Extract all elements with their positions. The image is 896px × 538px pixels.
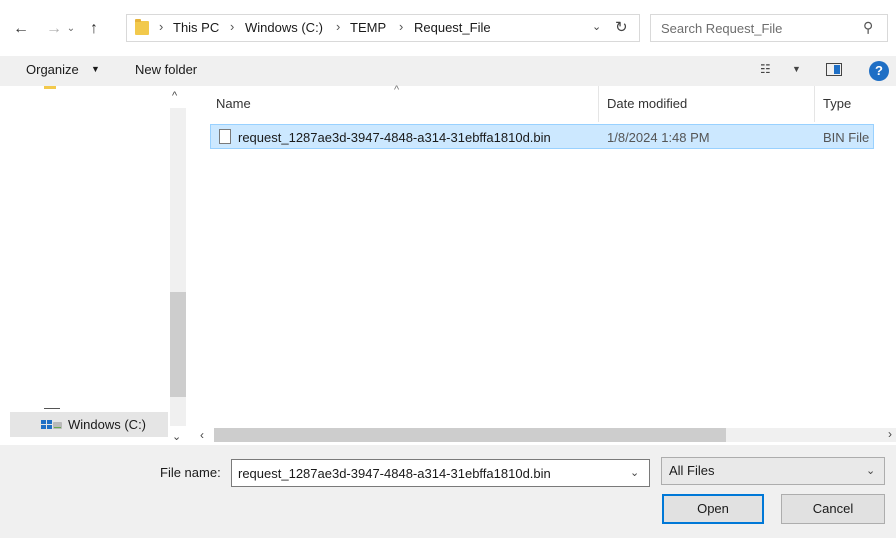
file-list[interactable]: ^ Name Date modified Type request_1287ae…: [190, 84, 896, 445]
breadcrumb-this-pc[interactable]: This PC: [173, 20, 219, 35]
cancel-button[interactable]: Cancel: [781, 494, 885, 524]
view-options-dropdown-icon[interactable]: ▼: [792, 64, 801, 74]
file-type-filter-select[interactable]: All Files ⌄: [661, 457, 885, 485]
column-header-type[interactable]: Type: [823, 96, 851, 111]
nav-scrollbar-thumb[interactable]: [170, 292, 186, 397]
file-name-label: File name:: [160, 465, 221, 480]
dialog-footer: File name: ⌄ All Files ⌄ Open Cancel: [0, 445, 896, 538]
new-folder-button[interactable]: New folder: [135, 62, 197, 77]
column-header-name[interactable]: Name: [216, 96, 251, 111]
chevron-down-icon[interactable]: ⌄: [630, 466, 639, 479]
breadcrumb-separator[interactable]: ›: [336, 19, 340, 34]
column-separator[interactable]: [814, 86, 815, 122]
folder-icon: [135, 19, 149, 35]
nav-item-label[interactable]: Windows (C:): [68, 417, 146, 432]
organize-button[interactable]: Organize: [26, 62, 79, 77]
file-name-input[interactable]: [232, 460, 628, 486]
file-name-combobox[interactable]: ⌄: [231, 459, 650, 487]
address-history-dropdown-icon[interactable]: ⌄: [592, 20, 601, 33]
navigation-bar: ← → ⌄ ↑ › This PC › Windows (C:) › TEMP …: [0, 0, 896, 56]
scroll-left-arrow-icon[interactable]: ‹: [200, 428, 204, 442]
file-type-cell: BIN File: [823, 130, 870, 145]
breadcrumb-separator[interactable]: ›: [159, 19, 163, 34]
chevron-down-icon[interactable]: ⌄: [866, 464, 875, 477]
toolbar: Organize ▼ New folder ☷ ▼ ?: [0, 56, 896, 86]
view-options-icon[interactable]: ☷: [760, 62, 771, 76]
breadcrumb-temp[interactable]: TEMP: [350, 20, 386, 35]
nav-divider: [44, 408, 60, 409]
help-icon[interactable]: ?: [869, 61, 889, 81]
file-icon: [219, 129, 231, 144]
search-box[interactable]: ⚲: [650, 14, 888, 42]
file-type-filter-value: All Files: [669, 463, 715, 478]
drive-icon: [41, 420, 62, 429]
breadcrumb-request-file[interactable]: Request_File: [414, 20, 491, 35]
forward-arrow-icon[interactable]: →: [43, 18, 65, 40]
breadcrumb-separator[interactable]: ›: [230, 19, 234, 34]
sort-ascending-icon: ^: [394, 84, 400, 96]
column-separator[interactable]: [598, 86, 599, 122]
scroll-right-arrow-icon[interactable]: ›: [888, 427, 892, 441]
file-name-cell[interactable]: request_1287ae3d-3947-4848-a314-31ebffa1…: [238, 130, 551, 145]
quick-access-folder-icon: [44, 86, 56, 89]
breadcrumb-separator[interactable]: ›: [399, 19, 403, 34]
back-arrow-icon[interactable]: ←: [10, 18, 32, 40]
breadcrumb-windows-c[interactable]: Windows (C:): [245, 20, 323, 35]
scroll-down-arrow-icon[interactable]: ⌄: [172, 430, 181, 443]
refresh-icon[interactable]: ↻: [615, 18, 628, 36]
organize-dropdown-icon[interactable]: ▼: [91, 64, 100, 74]
open-button[interactable]: Open: [662, 494, 764, 524]
address-bar[interactable]: › This PC › Windows (C:) › TEMP › Reques…: [126, 14, 640, 42]
search-input[interactable]: [651, 15, 861, 41]
column-header-date-modified[interactable]: Date modified: [607, 96, 687, 111]
navigation-pane[interactable]: ^ Windows (C:) ⌄: [0, 86, 190, 445]
scroll-up-arrow-icon[interactable]: ^: [172, 90, 177, 102]
file-date-cell: 1/8/2024 1:48 PM: [607, 130, 710, 145]
recent-locations-icon[interactable]: ⌄: [64, 18, 78, 40]
horizontal-scrollbar-thumb[interactable]: [214, 428, 726, 442]
up-arrow-icon[interactable]: ↑: [83, 18, 105, 40]
search-icon[interactable]: ⚲: [863, 19, 873, 36]
preview-pane-icon[interactable]: [826, 63, 842, 76]
